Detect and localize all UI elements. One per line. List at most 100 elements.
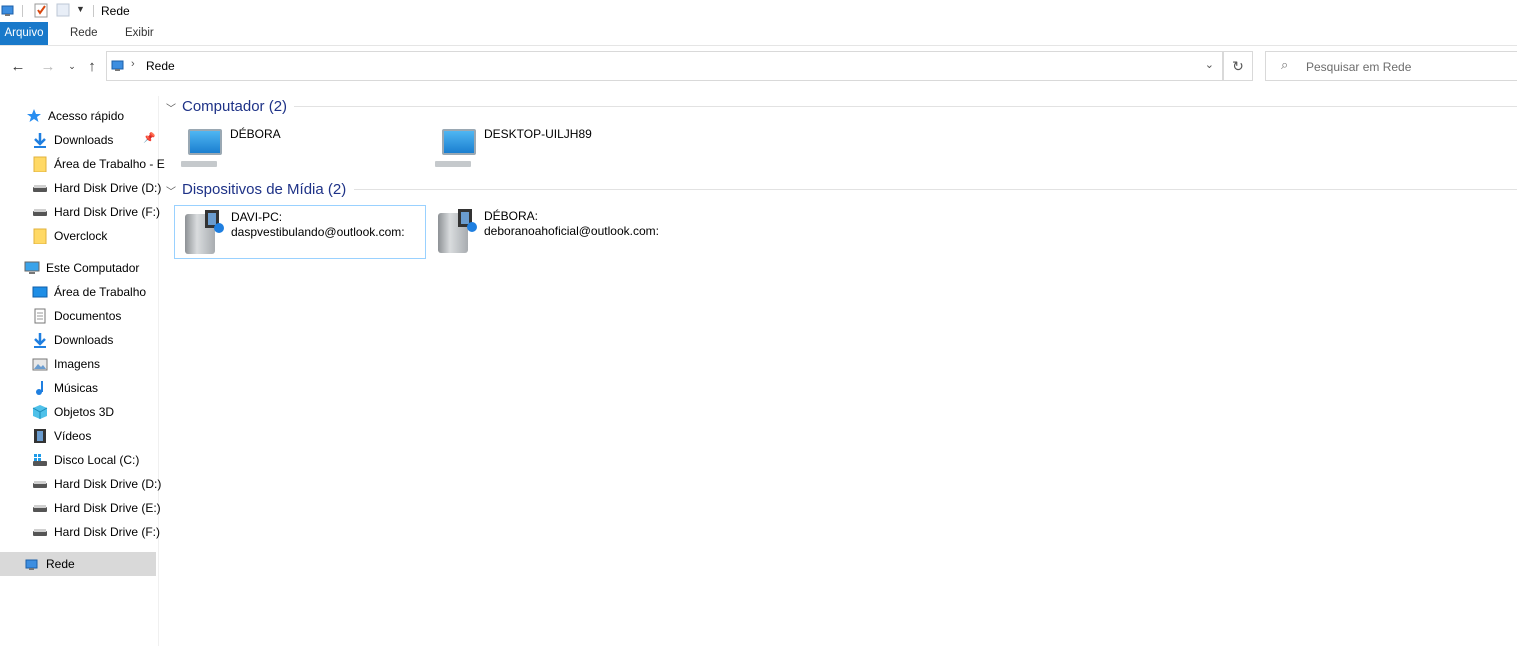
- navigation-pane: Acesso rápido Downloads 📌 Área de Trabal…: [0, 96, 165, 646]
- collapse-chevron-icon[interactable]: ﹀: [166, 100, 178, 115]
- sidebar-label: Hard Disk Drive (D:): [54, 477, 162, 491]
- recent-locations-chevron-icon[interactable]: ⌄: [62, 56, 82, 76]
- music-note-icon: [32, 380, 48, 396]
- sidebar-label: Downloads: [54, 333, 114, 347]
- group-header-computador[interactable]: ﹀ Computador (2): [166, 96, 1517, 116]
- sidebar-item-this-pc[interactable]: Este Computador: [0, 256, 180, 280]
- device-owner: daspvestibulando@outlook.com:: [231, 225, 405, 239]
- group-divider: [354, 189, 1517, 190]
- group-divider: [294, 106, 1517, 107]
- media-device-item[interactable]: DÉBORA: deboranoahoficial@outlook.com:: [428, 205, 678, 257]
- folder-icon: [32, 228, 48, 245]
- back-arrow-icon[interactable]: ←: [8, 56, 28, 76]
- sidebar-label: Hard Disk Drive (E:): [54, 501, 161, 515]
- forward-arrow-icon[interactable]: →: [38, 56, 58, 76]
- properties-icon[interactable]: [33, 2, 49, 18]
- sidebar-item-documents[interactable]: Documentos: [0, 304, 188, 328]
- folder-icon: [32, 156, 48, 173]
- sidebar-item-network[interactable]: Rede: [0, 552, 156, 576]
- picture-icon: [32, 356, 48, 372]
- device-owner: deboranoahoficial@outlook.com:: [484, 224, 659, 238]
- cube-icon: [32, 404, 48, 420]
- media-server-icon: [181, 210, 229, 256]
- sidebar-item-overclock[interactable]: Overclock: [0, 224, 188, 248]
- device-name: DÉBORA:: [484, 209, 539, 223]
- media-device-item[interactable]: DAVI-PC: daspvestibulando@outlook.com:: [174, 205, 426, 259]
- hard-drive-icon: [32, 500, 48, 516]
- search-box[interactable]: ⌕ Pesquisar em Rede: [1265, 51, 1517, 81]
- sidebar-label: Hard Disk Drive (D:): [54, 181, 162, 195]
- media-server-icon: [434, 209, 482, 255]
- sidebar-label: Área de Trabalho: [54, 285, 147, 299]
- refresh-icon[interactable]: ↻: [1223, 51, 1253, 81]
- sidebar-item-hdd-d[interactable]: Hard Disk Drive (D:): [0, 176, 188, 200]
- collapse-chevron-icon[interactable]: ﹀: [166, 183, 178, 198]
- tab-rede[interactable]: Rede: [62, 22, 106, 45]
- sidebar-item-music[interactable]: Músicas: [0, 376, 188, 400]
- hard-drive-icon: [32, 180, 48, 196]
- sidebar-item-pictures[interactable]: Imagens: [0, 352, 188, 376]
- ribbon-tabs: Arquivo Rede Exibir: [0, 22, 1517, 46]
- sidebar-item-local-disk-c[interactable]: Disco Local (C:): [0, 448, 188, 472]
- desktop-computer-icon: [432, 125, 480, 171]
- tab-exibir[interactable]: Exibir: [117, 22, 162, 45]
- sidebar-item-area-de-trabalho-e[interactable]: Área de Trabalho - E: [0, 152, 188, 176]
- star-icon: [26, 108, 42, 124]
- window-title: Rede: [101, 4, 130, 18]
- sidebar-label: Hard Disk Drive (F:): [54, 205, 161, 219]
- computer-name: DÉBORA: [230, 127, 281, 141]
- sidebar-item-desktop[interactable]: Área de Trabalho: [0, 280, 188, 304]
- breadcrumb-separator-icon[interactable]: ›: [131, 58, 135, 70]
- sidebar-label: Vídeos: [54, 429, 92, 443]
- address-bar[interactable]: › Rede ⌄: [106, 51, 1223, 81]
- computer-name: DESKTOP-UILJH89: [484, 127, 592, 141]
- sidebar-item-hdd-f[interactable]: Hard Disk Drive (F:): [0, 200, 188, 224]
- sidebar-item-downloads[interactable]: Downloads 📌: [0, 128, 188, 152]
- download-icon: [32, 332, 48, 348]
- sidebar-item-downloads-pc[interactable]: Downloads: [0, 328, 188, 352]
- sidebar-label: Acesso rápido: [48, 109, 125, 123]
- customize-quick-access-icon[interactable]: ▼: [76, 4, 85, 14]
- sidebar-item-hdd-d-pc[interactable]: Hard Disk Drive (D:): [0, 472, 188, 496]
- sidebar-label: Documentos: [54, 309, 122, 323]
- desktop-computer-icon: [178, 125, 226, 171]
- sidebar-label: Rede: [46, 557, 75, 571]
- network-location-icon: [110, 57, 126, 73]
- group-header-dispositivos-de-midia[interactable]: ﹀ Dispositivos de Mídia (2): [166, 179, 1517, 199]
- up-arrow-icon[interactable]: ↑: [82, 56, 102, 76]
- device-name: DAVI-PC:: [231, 210, 283, 224]
- navigation-bar: ← → ⌄ ↑ › Rede ⌄ ↻ ⌕ Pesquisar em Rede: [0, 46, 1517, 86]
- computer-item[interactable]: DESKTOP-UILJH89: [428, 123, 678, 175]
- hard-drive-icon: [32, 476, 48, 492]
- sidebar-label: Músicas: [54, 381, 99, 395]
- document-icon: [32, 308, 48, 324]
- sidebar-label: Overclock: [54, 229, 108, 243]
- sidebar-label: Downloads: [54, 133, 114, 147]
- hard-drive-icon: [32, 204, 48, 220]
- group-label: Computador (2): [182, 97, 288, 115]
- sidebar-label: Este Computador: [46, 261, 140, 275]
- tab-arquivo[interactable]: Arquivo: [0, 22, 48, 45]
- group-label: Dispositivos de Mídia (2): [182, 180, 347, 198]
- sidebar-item-hdd-e[interactable]: Hard Disk Drive (E:): [0, 496, 188, 520]
- hard-drive-icon: [32, 524, 48, 540]
- breadcrumb-rede[interactable]: Rede: [146, 59, 175, 73]
- computer-item[interactable]: DÉBORA: [174, 123, 424, 175]
- system-drive-icon: [32, 452, 48, 468]
- network-app-icon: [0, 3, 16, 17]
- sidebar-item-quick-access[interactable]: Acesso rápido: [0, 104, 182, 128]
- title-bar: ▼ Rede: [0, 0, 1517, 22]
- network-icon: [24, 556, 40, 572]
- sidebar-label: Hard Disk Drive (F:): [54, 525, 161, 539]
- desktop-icon: [32, 284, 48, 300]
- sidebar-label: Área de Trabalho - E: [54, 157, 165, 171]
- sidebar-item-3d-objects[interactable]: Objetos 3D: [0, 400, 188, 424]
- new-folder-icon[interactable]: [56, 3, 70, 17]
- sidebar-label: Imagens: [54, 357, 101, 371]
- pin-icon: 📌: [143, 133, 156, 144]
- film-icon: [32, 428, 48, 444]
- sidebar-item-videos[interactable]: Vídeos: [0, 424, 188, 448]
- sidebar-item-hdd-f-pc[interactable]: Hard Disk Drive (F:): [0, 520, 188, 544]
- download-icon: [32, 132, 48, 148]
- address-dropdown-icon[interactable]: ⌄: [1205, 58, 1214, 71]
